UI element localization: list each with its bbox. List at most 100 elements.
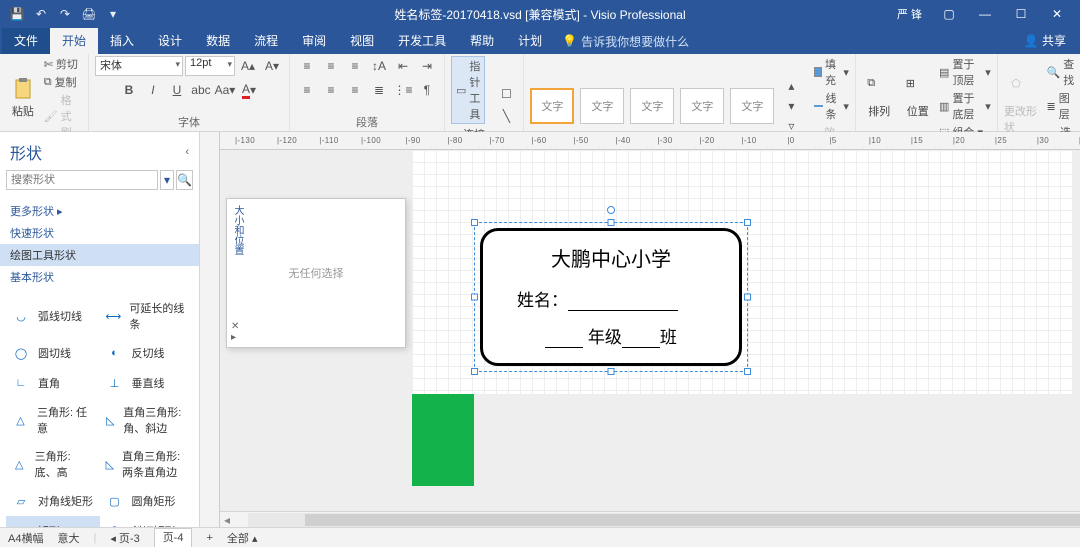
redo-icon[interactable]: ↷ <box>54 3 76 25</box>
align-middle-icon[interactable]: ≡ <box>320 56 342 76</box>
style-preset-3[interactable]: 文字 <box>630 88 674 124</box>
tab-view[interactable]: 视图 <box>338 28 386 54</box>
shapes-search-button[interactable]: 🔍 <box>176 170 193 190</box>
page-tab-active[interactable]: 页-4 <box>154 528 193 547</box>
shape-arc-tangent[interactable]: ◡弧线切线 <box>6 294 100 338</box>
tab-plan[interactable]: 计划 <box>506 28 554 54</box>
undo-icon[interactable]: ↶ <box>30 3 52 25</box>
indent-inc-icon[interactable]: ⇥ <box>416 56 438 76</box>
shape-right-triangle-hyp[interactable]: ◺直角三角形: 角、斜边 <box>100 398 194 442</box>
copy-button[interactable]: ⧉ 复制 <box>44 74 82 90</box>
find-button[interactable]: 🔍 查找 ▾ <box>1047 56 1080 88</box>
tab-review[interactable]: 审阅 <box>290 28 338 54</box>
tab-data[interactable]: 数据 <box>194 28 242 54</box>
font-color-button[interactable]: A▾ <box>238 80 260 100</box>
underline-button[interactable]: U <box>166 80 188 100</box>
resize-handle-sw[interactable] <box>471 368 478 375</box>
rotation-handle[interactable] <box>607 206 615 214</box>
shape-rectangle[interactable]: ▭矩形 <box>6 516 100 527</box>
shape-triangle-any[interactable]: △三角形: 任意 <box>6 398 100 442</box>
tab-home[interactable]: 开始 <box>50 28 98 54</box>
style-gallery-up-icon[interactable]: ▴ <box>780 76 802 96</box>
status-language[interactable]: 意大 <box>57 530 79 546</box>
resize-handle-s[interactable] <box>608 368 615 375</box>
shape-triangle-base[interactable]: △三角形: 底、高 <box>6 442 100 486</box>
bring-front-button[interactable]: ▤ 置于顶层 ▾ <box>939 56 991 88</box>
save-icon[interactable]: 💾 <box>6 3 28 25</box>
status-page-indicator[interactable]: ◂ 页-3 <box>110 530 139 546</box>
tab-design[interactable]: 设计 <box>146 28 194 54</box>
shape-perpendicular[interactable]: ⊥垂直线 <box>100 368 194 398</box>
resize-handle-e[interactable] <box>744 294 751 301</box>
style-gallery-down-icon[interactable]: ▾ <box>780 96 802 116</box>
user-name[interactable]: 严 锋 <box>897 6 922 22</box>
style-preset-2[interactable]: 文字 <box>580 88 624 124</box>
bold-button[interactable]: B <box>118 80 140 100</box>
quick-shapes-link[interactable]: 快速形状 <box>10 222 189 244</box>
ribbon-options-icon[interactable]: ▢ <box>932 3 966 25</box>
line-button[interactable]: 线条 ▾ <box>814 90 849 122</box>
tab-help[interactable]: 帮助 <box>458 28 506 54</box>
fill-button[interactable]: 填充 ▾ <box>814 56 849 88</box>
indent-dec-icon[interactable]: ⇤ <box>392 56 414 76</box>
style-preset-1[interactable]: 文字 <box>530 88 574 124</box>
align-left-icon[interactable]: ≡ <box>296 80 318 100</box>
justify-icon[interactable]: ≣ <box>368 80 390 100</box>
qat-more-icon[interactable]: 🖨 <box>78 3 100 25</box>
taskpane-close-icon[interactable]: ✕▸ <box>231 321 239 343</box>
close-icon[interactable]: ✕ <box>1040 3 1074 25</box>
resize-handle-w[interactable] <box>471 294 478 301</box>
send-back-button[interactable]: ▥ 置于底层 ▾ <box>939 90 991 122</box>
align-right-icon[interactable]: ≡ <box>344 80 366 100</box>
qat-dropdown-icon[interactable]: ▾ <box>102 3 124 25</box>
text-highlight-button[interactable]: Aa▾ <box>214 80 236 100</box>
shape-right-angle[interactable]: ∟直角 <box>6 368 100 398</box>
line-tool-icon[interactable]: ╲ <box>495 106 517 126</box>
shape-right-triangle-legs[interactable]: ◺直角三角形: 两条直角边 <box>100 442 194 486</box>
shape-rounded-rect[interactable]: ▢圆角矩形 <box>100 486 194 516</box>
align-top-icon[interactable]: ≡ <box>296 56 318 76</box>
grow-font-icon[interactable]: A▴ <box>237 56 259 76</box>
tab-file[interactable]: 文件 <box>2 28 50 54</box>
shape-circle-tangent[interactable]: ◯圆切线 <box>6 338 100 368</box>
horizontal-scrollbar[interactable]: ◂▸ <box>220 511 1080 527</box>
shrink-font-icon[interactable]: A▾ <box>261 56 283 76</box>
align-bottom-icon[interactable]: ≡ <box>344 56 366 76</box>
shapes-search-input[interactable] <box>6 170 158 190</box>
pointer-tool-button[interactable]: ▭ 指针工具 <box>451 56 485 124</box>
resize-handle-ne[interactable] <box>744 219 751 226</box>
maximize-icon[interactable]: ☐ <box>1004 3 1038 25</box>
paste-button[interactable]: 粘贴 <box>6 77 40 119</box>
status-all-pages[interactable]: 全部 ▴ <box>227 530 258 546</box>
arrange-button[interactable]: ⧉排列 <box>862 77 897 119</box>
font-name-select[interactable]: 宋体 <box>95 56 183 76</box>
tab-insert[interactable]: 插入 <box>98 28 146 54</box>
layers-button[interactable]: ≣ 图层 ▾ <box>1047 90 1080 122</box>
category-basic-shapes[interactable]: 基本形状 <box>10 266 189 288</box>
shape-diagonal-rect[interactable]: ▱对角线矩形 <box>6 486 100 516</box>
shapes-collapse-icon[interactable]: ‹ <box>185 146 189 158</box>
font-size-select[interactable]: 12pt <box>185 56 235 76</box>
size-position-taskpane[interactable]: 大小和位置 无任何选择 ✕▸ <box>226 198 406 348</box>
resize-handle-nw[interactable] <box>471 219 478 226</box>
rectangle-tool-icon[interactable]: ☐ <box>495 84 517 104</box>
shape-reverse-tangent[interactable]: ◐反切线 <box>100 338 194 368</box>
style-preset-4[interactable]: 文字 <box>680 88 724 124</box>
tell-me-search[interactable]: 💡 告诉我你想要做什么 <box>554 28 697 54</box>
align-center-icon[interactable]: ≡ <box>320 80 342 100</box>
more-shapes-link[interactable]: 更多形状 ▸ <box>10 200 189 222</box>
shape-chamfer-rect[interactable]: ⬯斜切矩形 <box>100 516 194 527</box>
bullets-icon[interactable]: ⋮≡ <box>392 80 414 100</box>
line-spacing-icon[interactable]: ¶ <box>416 80 438 100</box>
add-page-button[interactable]: + <box>206 532 212 544</box>
italic-button[interactable]: I <box>142 80 164 100</box>
green-rectangle-shape[interactable] <box>412 394 474 486</box>
selected-label-shape[interactable]: 大鹏中心小学 姓名： 年级班 <box>480 228 742 366</box>
strike-button[interactable]: abc <box>190 80 212 100</box>
status-page-size[interactable]: A4横幅 <box>8 530 43 546</box>
minimize-icon[interactable]: — <box>968 3 1002 25</box>
shapes-search-dropdown-icon[interactable]: ▾ <box>160 170 174 190</box>
share-button[interactable]: 👤 共享 <box>1010 28 1080 54</box>
shape-extendable-line[interactable]: ⟷可延长的线条 <box>100 294 194 338</box>
tab-developer[interactable]: 开发工具 <box>386 28 458 54</box>
